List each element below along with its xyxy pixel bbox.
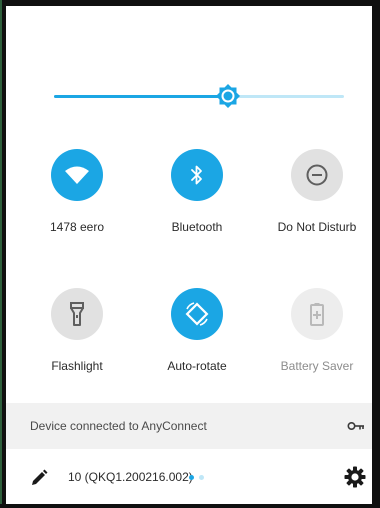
gear-icon[interactable] bbox=[344, 466, 366, 488]
screen-frame-accent bbox=[0, 0, 2, 508]
auto-rotate-icon bbox=[185, 302, 209, 326]
tile-flashlight-circle[interactable] bbox=[51, 288, 103, 340]
tile-flashlight[interactable]: Flashlight bbox=[22, 288, 132, 373]
page-dot bbox=[199, 475, 204, 480]
brightness-icon bbox=[216, 84, 240, 108]
tile-auto-rotate[interactable]: Auto-rotate bbox=[142, 288, 252, 373]
wifi-icon bbox=[65, 166, 89, 184]
page-indicator bbox=[189, 475, 204, 480]
tile-wifi[interactable]: 1478 eero bbox=[22, 149, 132, 234]
tile-dnd-circle[interactable] bbox=[291, 149, 343, 201]
tile-autorotate-circle[interactable] bbox=[171, 288, 223, 340]
bluetooth-icon bbox=[191, 165, 202, 185]
tile-battery-saver-circle[interactable] bbox=[291, 288, 343, 340]
tile-bluetooth-label: Bluetooth bbox=[171, 220, 223, 234]
pencil-icon[interactable] bbox=[30, 469, 48, 487]
tile-flashlight-label: Flashlight bbox=[51, 359, 103, 373]
tile-do-not-disturb[interactable]: Do Not Disturb bbox=[262, 149, 372, 234]
tile-battery-saver[interactable]: Battery Saver bbox=[262, 288, 372, 373]
flashlight-icon bbox=[70, 302, 84, 326]
key-icon bbox=[347, 421, 364, 431]
tile-bluetooth-circle[interactable] bbox=[171, 149, 223, 201]
page-dot bbox=[189, 475, 194, 480]
tile-bluetooth[interactable]: Bluetooth bbox=[142, 149, 252, 234]
screen-frame-right bbox=[372, 0, 380, 508]
brightness-slider[interactable] bbox=[54, 84, 344, 108]
build-number[interactable]: 10 (QKQ1.200216.002) bbox=[68, 470, 193, 484]
tile-battery-saver-label: Battery Saver bbox=[280, 359, 354, 373]
tile-wifi-label: 1478 eero bbox=[49, 220, 105, 234]
screen-frame-bottom bbox=[0, 504, 380, 508]
footer-bar: 10 (QKQ1.200216.002) bbox=[6, 449, 372, 504]
tile-autorotate-label: Auto-rotate bbox=[167, 359, 227, 373]
tile-wifi-circle[interactable] bbox=[51, 149, 103, 201]
battery-saver-icon bbox=[310, 303, 324, 326]
do-not-disturb-icon bbox=[306, 164, 328, 186]
brightness-track-fill bbox=[54, 95, 228, 98]
vpn-status-bar[interactable]: Device connected to AnyConnect bbox=[6, 403, 372, 449]
tile-dnd-label: Do Not Disturb bbox=[277, 220, 357, 234]
vpn-status-text: Device connected to AnyConnect bbox=[30, 419, 207, 433]
brightness-thumb[interactable] bbox=[215, 83, 241, 109]
